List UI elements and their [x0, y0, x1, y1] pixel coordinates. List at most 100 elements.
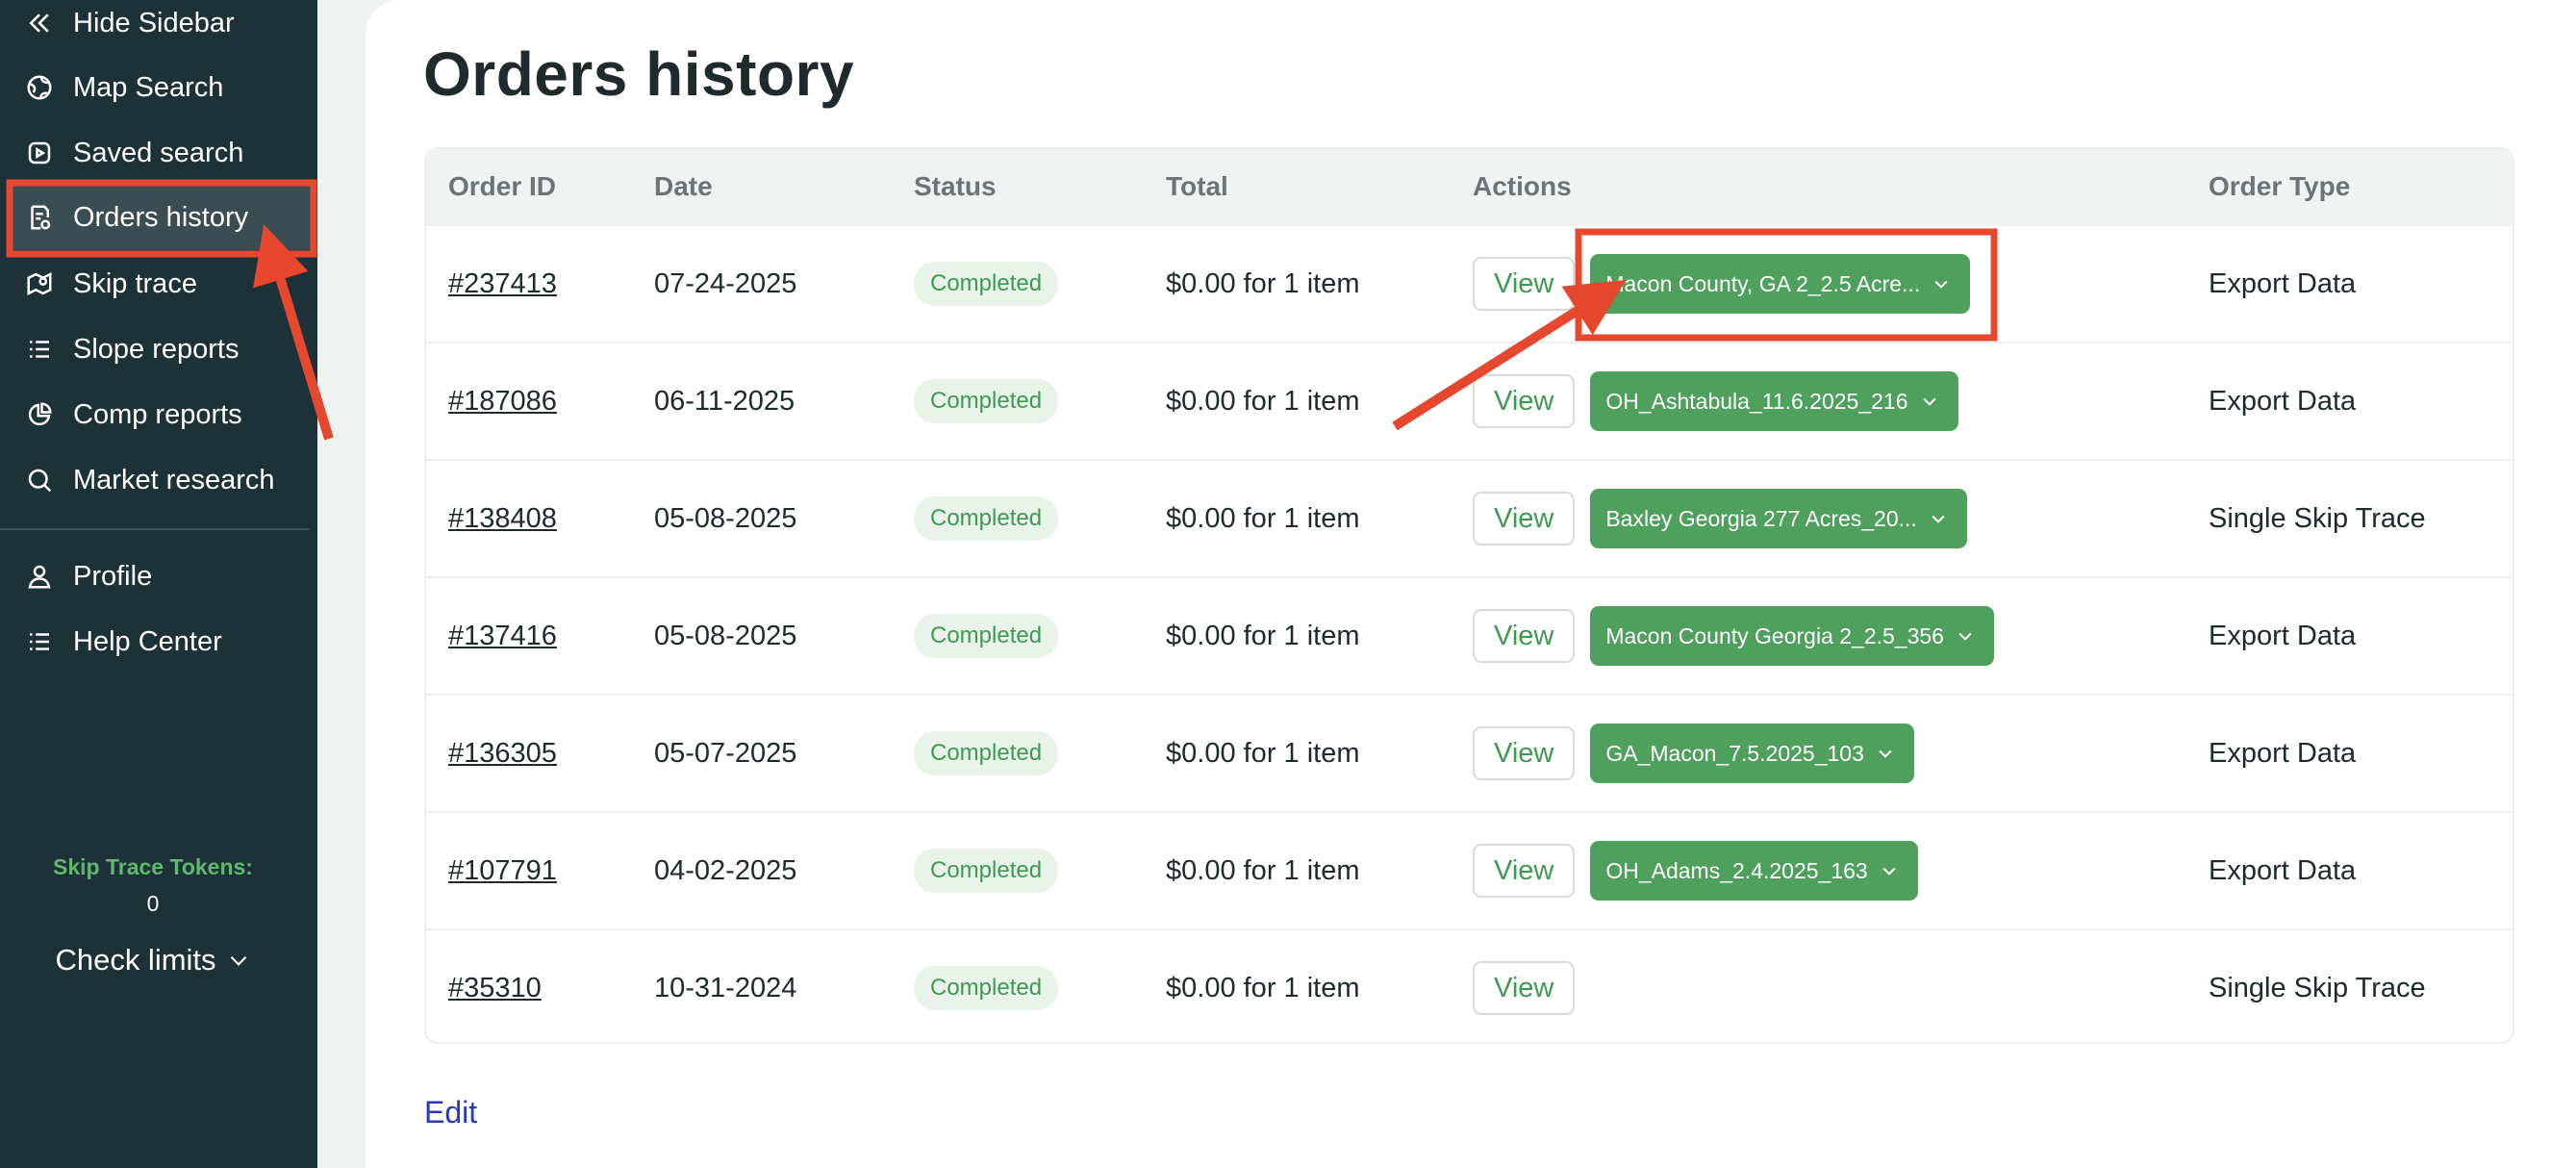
order-id-link[interactable]: #35310: [448, 973, 542, 1004]
sidebar-item-skip-trace[interactable]: Skip trace: [10, 251, 312, 317]
check-limits-dropdown[interactable]: Check limits: [0, 939, 306, 981]
bookmark-icon: [23, 137, 56, 169]
actions-cell: View GA_Macon_7.5.2025_103: [1473, 696, 1914, 811]
column-header-actions: Actions: [1473, 171, 1572, 201]
actions-cell: View OH_Adams_2.4.2025_163: [1473, 813, 1918, 928]
sidebar-item-slope-reports[interactable]: Slope reports: [10, 317, 312, 382]
file-name-label: OH_Ashtabula_11.6.2025_216: [1605, 388, 1908, 414]
chevron-down-icon: [1932, 515, 1945, 523]
order-total: $0.00 for 1 item: [1166, 267, 1360, 299]
order-id-link[interactable]: #137416: [448, 621, 557, 652]
sidebar-item-market-research[interactable]: Market research: [10, 447, 312, 513]
file-dropdown-button[interactable]: OH_Adams_2.4.2025_163: [1590, 841, 1918, 901]
file-dropdown-button[interactable]: GA_Macon_7.5.2025_103: [1590, 724, 1914, 783]
nav-label: Hide Sidebar: [73, 7, 235, 38]
order-date: 05-08-2025: [654, 620, 797, 651]
sidebar-item-orders-history[interactable]: Orders history: [10, 185, 312, 250]
file-name-label: Macon County, GA 2_2.5 Acre...: [1605, 270, 1921, 296]
order-total: $0.00 for 1 item: [1166, 385, 1360, 417]
order-date: 10-31-2024: [654, 972, 797, 1003]
chevron-down-icon: [1922, 397, 1936, 406]
order-type: Single Skip Trace: [2209, 502, 2426, 534]
sidebar-item-profile[interactable]: Profile: [10, 544, 312, 609]
order-total: $0.00 for 1 item: [1166, 737, 1360, 769]
sidebar-divider: [0, 528, 310, 530]
table-row: #35310 10-31-2024 Completed $0.00 for 1 …: [426, 928, 2513, 1042]
nav-label: Profile: [73, 560, 153, 592]
sidebar-item-help-center[interactable]: Help Center: [10, 609, 312, 674]
view-button[interactable]: View: [1473, 257, 1576, 311]
hide-sidebar-button[interactable]: Hide Sidebar: [10, 0, 312, 56]
order-type: Export Data: [2209, 620, 2357, 651]
sidebar-item-map-search[interactable]: Map Search: [10, 55, 312, 120]
order-total: $0.00 for 1 item: [1166, 972, 1360, 1003]
view-button[interactable]: View: [1473, 609, 1576, 663]
nav-label: Comp reports: [73, 398, 242, 430]
order-total: $0.00 for 1 item: [1166, 620, 1360, 651]
file-name-label: OH_Adams_2.4.2025_163: [1605, 857, 1868, 883]
order-id-link[interactable]: #136305: [448, 738, 557, 770]
file-name-label: Macon County Georgia 2_2.5_356: [1605, 622, 1944, 648]
file-dropdown-button[interactable]: Macon County Georgia 2_2.5_356: [1590, 606, 1994, 666]
table-row: #136305 05-07-2025 Completed $0.00 for 1…: [426, 694, 2513, 811]
receipt-icon: [23, 201, 56, 234]
chevron-down-icon: [1958, 632, 1972, 641]
skip-trace-tokens-value: 0: [146, 891, 160, 916]
sidebar-item-comp-reports[interactable]: Comp reports: [10, 382, 312, 447]
skip-trace-tokens-label: Skip Trace Tokens:: [53, 854, 253, 879]
nav-label: Market research: [73, 464, 275, 495]
file-dropdown-button[interactable]: Baxley Georgia 277 Acres_20...: [1590, 489, 1967, 548]
sidebar-item-saved-search[interactable]: Saved search: [10, 120, 312, 186]
table-row: #237413 07-24-2025 Completed $0.00 for 1…: [426, 224, 2513, 342]
file-dropdown-button[interactable]: OH_Ashtabula_11.6.2025_216: [1590, 371, 1958, 431]
status-badge: Completed: [914, 849, 1059, 893]
order-total: $0.00 for 1 item: [1166, 502, 1360, 534]
view-button[interactable]: View: [1473, 961, 1576, 1015]
order-type: Export Data: [2209, 385, 2357, 417]
view-button[interactable]: View: [1473, 844, 1576, 898]
table-row: #138408 05-08-2025 Completed $0.00 for 1…: [426, 459, 2513, 576]
actions-cell: View: [1473, 930, 1576, 1042]
column-header-date: Date: [654, 171, 713, 201]
file-name-label: GA_Macon_7.5.2025_103: [1605, 740, 1864, 766]
actions-cell: View OH_Ashtabula_11.6.2025_216: [1473, 343, 1958, 459]
order-id-link[interactable]: #237413: [448, 268, 557, 300]
status-badge: Completed: [914, 496, 1059, 541]
column-header-order-type: Order Type: [2209, 171, 2351, 201]
order-id-link[interactable]: #107791: [448, 855, 557, 887]
order-date: 04-02-2025: [654, 854, 797, 886]
edit-link[interactable]: Edit: [424, 1095, 477, 1130]
chevron-down-icon: [230, 955, 246, 966]
view-button[interactable]: View: [1473, 492, 1576, 546]
nav-label: Map Search: [73, 71, 224, 103]
page-title: Orders history: [423, 39, 855, 109]
chevron-down-icon: [1882, 867, 1896, 876]
pie-chart-icon: [23, 398, 56, 431]
file-dropdown-button[interactable]: Macon County, GA 2_2.5 Acre...: [1590, 254, 1971, 314]
list-icon: [23, 333, 56, 366]
view-button[interactable]: View: [1473, 374, 1576, 428]
search-icon: [23, 464, 56, 496]
order-type: Export Data: [2209, 737, 2357, 769]
actions-cell: View Macon County, GA 2_2.5 Acre...: [1473, 226, 1971, 342]
globe-icon: [23, 71, 56, 104]
table-row: #187086 06-11-2025 Completed $0.00 for 1…: [426, 342, 2513, 459]
column-header-order-id: Order ID: [448, 171, 557, 201]
file-name-label: Baxley Georgia 277 Acres_20...: [1605, 505, 1917, 531]
column-header-status: Status: [914, 171, 997, 201]
view-button[interactable]: View: [1473, 726, 1576, 780]
status-badge: Completed: [914, 966, 1059, 1010]
sidebar: Hide Sidebar Map Search Saved search Ord…: [0, 0, 317, 1168]
column-header-total: Total: [1166, 171, 1228, 201]
order-type: Export Data: [2209, 267, 2357, 299]
orders-table: Order ID Date Status Total Actions Order…: [424, 147, 2514, 1044]
status-badge: Completed: [914, 379, 1059, 423]
order-date: 05-08-2025: [654, 502, 797, 534]
order-id-link[interactable]: #138408: [448, 503, 557, 535]
status-badge: Completed: [914, 731, 1059, 775]
order-id-link[interactable]: #187086: [448, 386, 557, 418]
nav-label: Saved search: [73, 137, 244, 168]
nav-label: Skip trace: [73, 267, 197, 299]
nav-label: Help Center: [73, 625, 222, 657]
status-badge: Completed: [914, 262, 1059, 306]
